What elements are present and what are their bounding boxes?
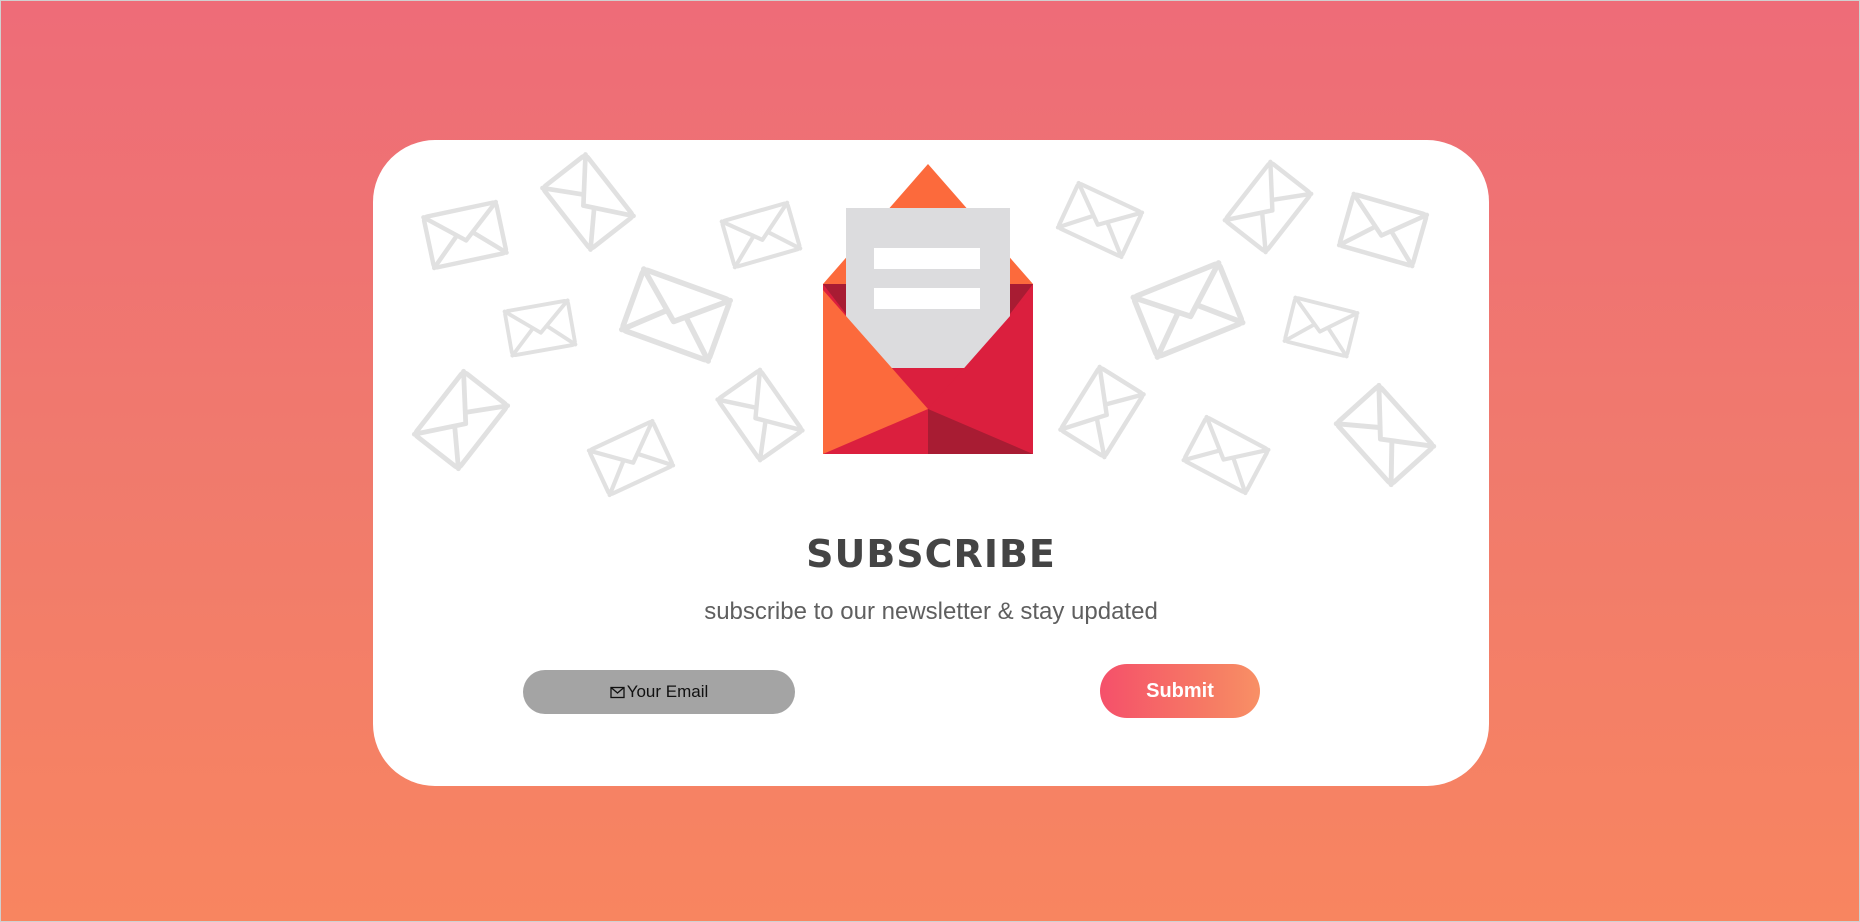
open-envelope-letter-icon — [823, 164, 1033, 454]
envelope-icon — [610, 686, 625, 698]
envelope-outline-icon — [423, 202, 506, 268]
envelope-outline-icon — [1282, 295, 1360, 359]
envelope-outline-icon — [1058, 183, 1142, 257]
email-input[interactable]: Your Email — [523, 670, 795, 714]
envelope-outline-icon — [589, 421, 673, 495]
envelope-outline-icon — [1060, 367, 1143, 457]
card-title: SUBSCRIBE — [806, 532, 1056, 576]
envelope-outline-icon — [1184, 417, 1269, 493]
envelope-outline-icon — [1133, 263, 1242, 357]
card-subtitle: subscribe to our newsletter & stay updat… — [704, 598, 1158, 625]
email-placeholder: Your Email — [626, 682, 709, 701]
envelope-outline-icon — [502, 298, 578, 358]
page-background: SUBSCRIBE subscribe to our newsletter & … — [0, 0, 1860, 922]
submit-button[interactable]: Submit — [1100, 664, 1260, 718]
envelope-outline-icon — [1225, 162, 1311, 252]
envelope-outline-icon — [1336, 385, 1434, 484]
envelope-outline-icon — [1339, 194, 1427, 266]
envelope-outline-icon — [542, 154, 633, 249]
envelope-outline-icon — [718, 370, 803, 460]
envelope-outline-icon — [414, 371, 507, 469]
subscribe-card: SUBSCRIBE subscribe to our newsletter & … — [373, 140, 1489, 786]
envelope-outline-icon — [622, 269, 730, 361]
envelope-outline-icon — [722, 203, 800, 267]
